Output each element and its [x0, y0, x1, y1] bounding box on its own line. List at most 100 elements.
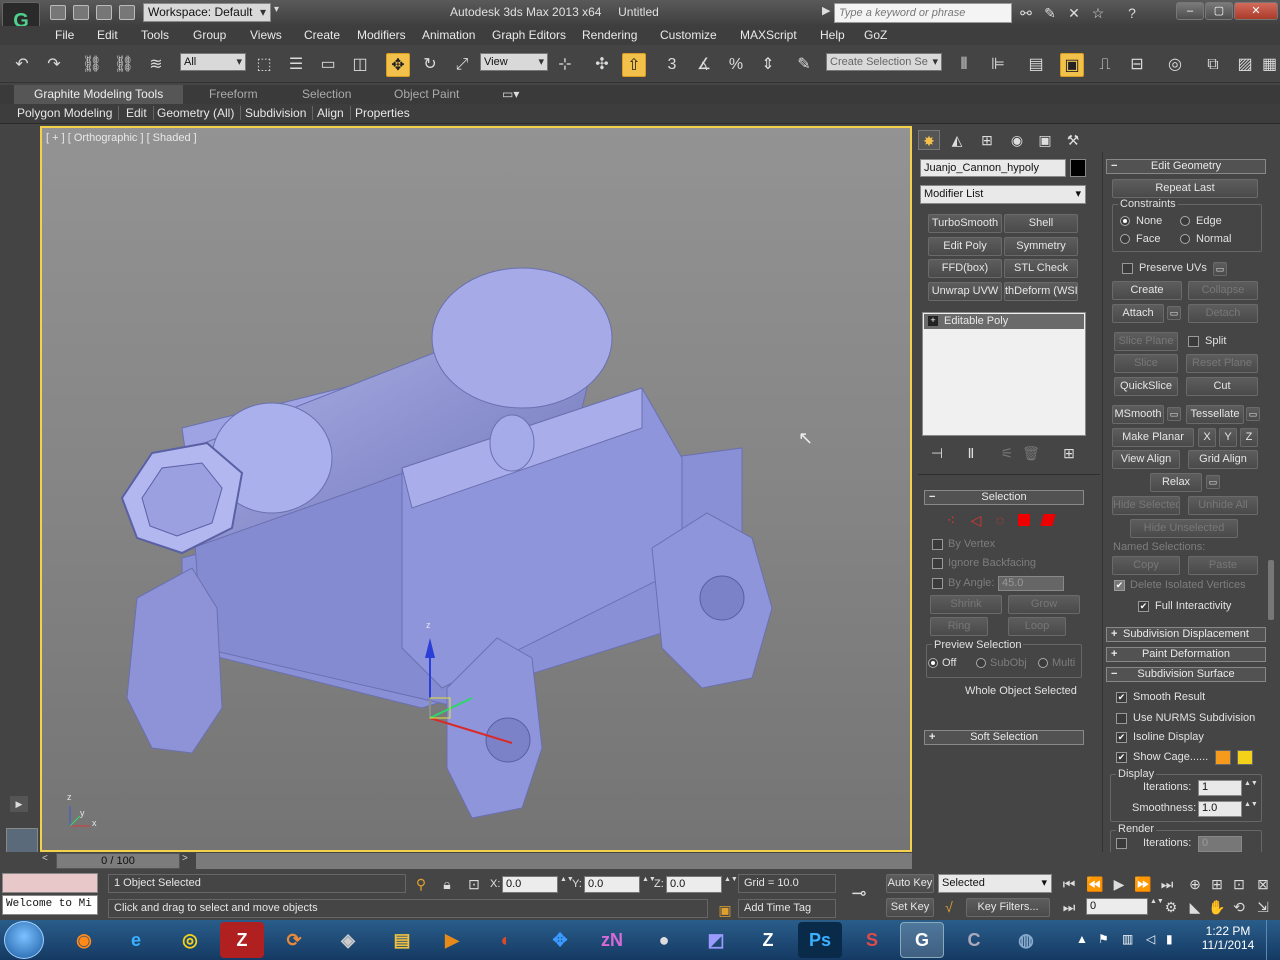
menu-graph-editors[interactable]: Graph Editors — [492, 28, 566, 42]
filezilla-icon[interactable]: Z — [220, 922, 264, 958]
media-player-icon[interactable]: ▶ — [430, 922, 474, 958]
clock[interactable]: 1:22 PM 11/1/2014 — [1198, 924, 1258, 952]
z-coordinate-field[interactable]: 0.0 — [666, 876, 722, 893]
by-vertex-checkbox[interactable] — [932, 539, 943, 550]
spinner-snap-icon[interactable]: ⇕ — [756, 53, 780, 77]
planar-y-button[interactable]: Y — [1219, 428, 1237, 447]
cannon-model[interactable] — [42, 128, 910, 850]
app-icon-5[interactable]: ⟳ — [272, 922, 316, 958]
start-button[interactable] — [4, 921, 44, 959]
redo-icon[interactable]: ↷ — [42, 53, 66, 77]
hide-selected-button[interactable]: Hide Selected — [1112, 496, 1180, 515]
show-hidden-icons[interactable]: ▲ — [1076, 932, 1088, 946]
zoom-icon[interactable]: ⊕ — [1186, 875, 1204, 893]
x-coordinate-field[interactable]: 0.0 — [502, 876, 558, 893]
show-end-result-icon[interactable]: Ⅱ — [962, 444, 980, 462]
3dsmax-taskbar-icon[interactable]: G — [900, 922, 944, 958]
edit-geometry-rollout-header[interactable]: − Edit Geometry — [1106, 159, 1266, 174]
flag-icon[interactable]: ⚑ — [1098, 932, 1109, 946]
create-button[interactable]: Create — [1112, 281, 1182, 300]
make-planar-button[interactable]: Make Planar — [1112, 428, 1194, 447]
app-icon-12[interactable]: ● — [642, 922, 686, 958]
y-spinner-icon[interactable]: ▲▼ — [642, 876, 656, 893]
collapse-button[interactable]: Collapse — [1188, 281, 1258, 300]
tab-object-paint[interactable]: Object Paint — [394, 87, 459, 101]
cut-button[interactable]: Cut — [1186, 377, 1258, 396]
frame-spinner-icon[interactable]: ▲▼ — [1150, 898, 1164, 915]
app-icon-19[interactable]: ◍ — [1004, 922, 1048, 958]
render-setup-icon[interactable]: ⧉ — [1201, 53, 1225, 77]
absolute-mode-icon[interactable]: ⊡ — [465, 875, 483, 893]
attach-list-icon[interactable]: ▭ — [1167, 306, 1181, 320]
app-icon-6[interactable]: ◈ — [326, 922, 370, 958]
soft-selection-rollout-header[interactable]: + Soft Selection — [924, 730, 1084, 745]
pivot-center-icon[interactable]: ⊹ — [553, 53, 577, 77]
zoom-extents-all-icon[interactable]: ⊠ — [1254, 875, 1272, 893]
stack-item-editable-poly[interactable]: + Editable Poly — [924, 314, 1084, 329]
link-icon[interactable]: ⛓ — [80, 53, 104, 77]
selection-lock-icon[interactable]: 🔒︎ — [438, 875, 456, 893]
angle-value-field[interactable]: 45.0 — [998, 576, 1064, 591]
curve-editor-icon[interactable]: ⎍ — [1093, 53, 1117, 77]
ffd-box-button[interactable]: FFD(box) — [928, 259, 1002, 278]
paint-deformation-header[interactable]: + Paint Deformation — [1106, 647, 1266, 662]
substance-icon[interactable]: S — [850, 922, 894, 958]
show-cage-checkbox[interactable]: ✔ — [1116, 752, 1127, 763]
rect-region-icon[interactable]: ▭ — [316, 53, 340, 77]
unlink-icon[interactable]: ⛓ — [112, 53, 136, 77]
tab-freeform[interactable]: Freeform — [209, 87, 258, 101]
repeat-last-button[interactable]: Repeat Last — [1112, 179, 1258, 198]
show-desktop-button[interactable] — [1266, 920, 1280, 960]
zoom-extents-icon[interactable]: ⊡ — [1230, 875, 1248, 893]
panel-edit[interactable]: Edit — [126, 106, 154, 120]
smooth-result-checkbox[interactable]: ✔ — [1116, 692, 1127, 703]
subdivision-surface-header[interactable]: − Subdivision Surface — [1106, 667, 1266, 682]
reset-plane-button[interactable]: Reset Plane — [1186, 354, 1258, 373]
app-icon-9[interactable]: ◐ — [484, 922, 528, 958]
slice-plane-button[interactable]: Slice Plane — [1114, 332, 1178, 351]
loop-button[interactable]: Loop — [1008, 617, 1066, 636]
x-spinner-icon[interactable]: ▲▼ — [560, 876, 574, 893]
by-angle-checkbox[interactable] — [932, 578, 943, 589]
symmetry-button[interactable]: Symmetry — [1004, 237, 1078, 256]
time-slider[interactable]: 0 / 100 — [56, 853, 180, 869]
menu-help[interactable]: Help — [820, 28, 845, 42]
layer-manager-icon[interactable]: ▤ — [1024, 53, 1048, 77]
isoline-display-checkbox[interactable]: ✔ — [1116, 732, 1127, 743]
object-color-swatch[interactable] — [1070, 159, 1086, 177]
menu-customize[interactable]: Customize — [660, 28, 717, 42]
maximize-viewport-icon[interactable]: ⇲ — [1254, 898, 1272, 916]
planar-z-button[interactable]: Z — [1240, 428, 1258, 447]
go-to-start-icon[interactable]: ⏮ — [1060, 875, 1078, 893]
qa-dropdown-icon[interactable]: ▾ — [274, 4, 286, 20]
select-scale-icon[interactable]: ⤢ — [450, 53, 474, 77]
select-manipulate-icon[interactable]: ✣ — [590, 53, 614, 77]
motion-tab-icon[interactable]: ◉ — [1006, 130, 1028, 150]
select-rotate-icon[interactable]: ↻ — [418, 53, 442, 77]
edge-mode-icon[interactable]: ◁ — [967, 511, 985, 529]
attach-button[interactable]: Attach — [1112, 304, 1164, 323]
unhide-all-button[interactable]: Unhide All — [1188, 496, 1258, 515]
reference-coordinate-select[interactable]: View — [480, 53, 548, 71]
zbrush-icon[interactable]: Z — [746, 922, 790, 958]
preview-off-radio[interactable] — [928, 658, 938, 668]
quickslice-button[interactable]: QuickSlice — [1114, 377, 1178, 396]
edit-poly-button[interactable]: Edit Poly — [928, 237, 1002, 256]
panel-properties[interactable]: Properties — [355, 106, 416, 120]
preview-multi-radio[interactable] — [1038, 658, 1048, 668]
panel-geometry-all[interactable]: Geometry (All) — [157, 106, 242, 120]
chrome-icon[interactable]: ◎ — [168, 922, 212, 958]
subdivision-displacement-header[interactable]: + Subdivision Displacement — [1106, 627, 1266, 642]
binoculars-icon[interactable]: ⚯ — [1017, 4, 1035, 22]
key-filters-button[interactable]: Key Filters... — [966, 898, 1050, 917]
shell-button[interactable]: Shell — [1004, 214, 1078, 233]
favorites-star-icon[interactable]: ☆ — [1089, 4, 1107, 22]
window-crossing-icon[interactable]: ◫ — [348, 53, 372, 77]
select-by-name-icon[interactable]: ☰ — [284, 53, 308, 77]
polygon-mode-icon[interactable] — [1018, 514, 1030, 526]
constraint-none-radio[interactable] — [1120, 216, 1130, 226]
project-folder-icon[interactable] — [119, 5, 135, 20]
expand-icon[interactable]: + — [928, 316, 938, 326]
align-icon[interactable]: ⊫ — [986, 53, 1010, 77]
subscription-icon[interactable]: ✎ — [1041, 4, 1059, 22]
